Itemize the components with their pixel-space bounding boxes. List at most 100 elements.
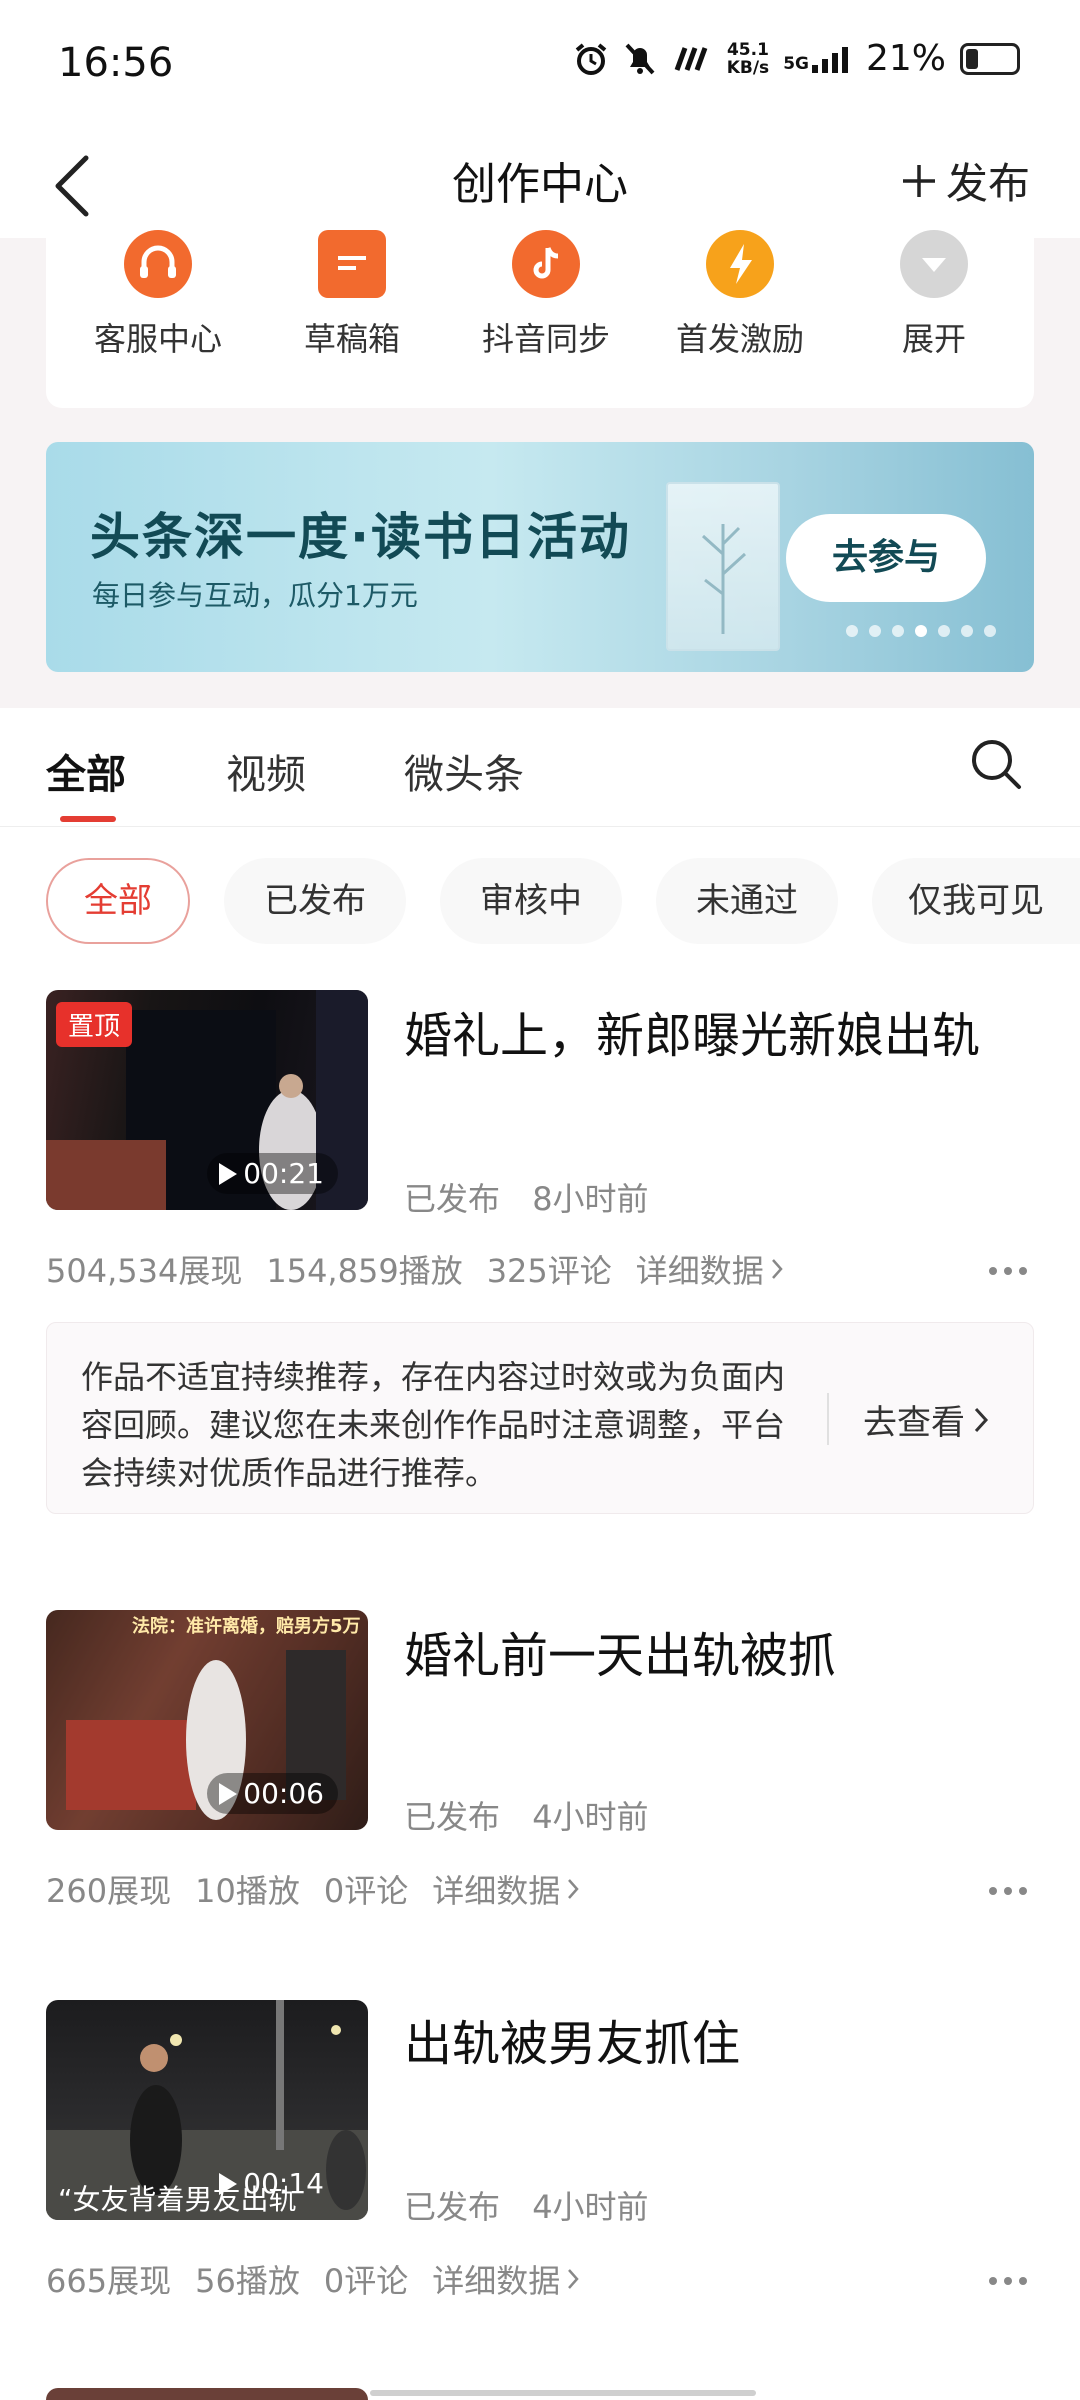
chevron-right-icon	[771, 1259, 783, 1279]
impressions: 665展现	[46, 2262, 172, 2300]
mute-bell-icon	[625, 43, 655, 74]
pagination-dot	[846, 625, 858, 637]
item-time: 4小时前	[532, 1798, 649, 1836]
net-speed-unit: KB/s	[726, 57, 770, 78]
search-icon	[972, 740, 1021, 789]
net-speed-value: 45.1	[726, 39, 769, 60]
detail-data-link[interactable]: 详细数据	[432, 1866, 580, 1912]
video-duration: 00:06	[207, 1773, 338, 1814]
chevron-right-icon	[568, 2269, 579, 2289]
item-status: 已发布	[404, 1180, 501, 1218]
video-thumbnail[interactable]: 法院：准许离婚，赔男方5万 00:06	[46, 1610, 368, 1830]
active-tab-indicator	[60, 816, 116, 822]
video-thumbnail[interactable]: “女友背着男友出轨 00:14	[46, 2000, 368, 2220]
play-icon	[219, 2172, 238, 2195]
video-duration: 00:21	[207, 1153, 338, 1194]
item-title[interactable]: 婚礼上，新郎曝光新娘出轨	[404, 996, 980, 1066]
banner-join-button[interactable]: 去参与	[786, 514, 986, 602]
quick-action-label: 首发激励	[675, 320, 804, 358]
duration-text: 00:21	[243, 1157, 324, 1190]
item-title[interactable]: 出轨被男友抓住	[404, 2004, 740, 2074]
filter-private[interactable]: 仅我可见	[872, 858, 1080, 944]
filter-published[interactable]: 已发布	[224, 858, 406, 944]
douyin-icon	[512, 230, 580, 298]
lightning-icon	[706, 230, 774, 298]
quick-action-douyin-sync[interactable]: 抖音同步	[466, 230, 626, 360]
more-icon	[989, 1887, 1027, 1895]
banner-title: 头条深一度·读书日活动	[90, 508, 631, 566]
item-title[interactable]: 婚礼前一天出轨被抓	[404, 1616, 836, 1686]
quick-action-label: 展开	[901, 320, 966, 358]
status-bar: 16:56 45.1 KB/s 5G 21%	[0, 0, 1080, 130]
battery-percent: 21%	[865, 38, 946, 79]
video-thumbnail[interactable]: 置顶 00:21	[46, 990, 368, 1210]
book-illustration	[666, 482, 780, 651]
detail-label: 详细数据	[635, 1252, 764, 1290]
quick-action-customer-service[interactable]: 客服中心	[78, 230, 238, 360]
tab-all[interactable]: 全部	[46, 742, 126, 800]
more-icon	[989, 2277, 1027, 2285]
pagination-dot-active	[915, 625, 927, 637]
play-icon	[219, 1782, 238, 1805]
headset-icon	[124, 230, 192, 298]
promo-banner[interactable]: 头条深一度·读书日活动 每日参与互动，瓜分1万元 去参与	[46, 442, 1034, 672]
quick-action-first-publish[interactable]: 首发激励	[660, 230, 820, 360]
pagination-dot	[984, 625, 996, 637]
item-stats: 504,534展现 154,859播放 325评论 详细数据	[46, 1246, 784, 1292]
thumbnail-caption: 法院：准许离婚，赔男方5万	[132, 1616, 361, 1637]
notice-divider	[827, 1393, 829, 1445]
impressions: 504,534展现	[46, 1252, 243, 1290]
comments: 325评论	[486, 1252, 612, 1290]
quick-action-expand[interactable]: 展开	[854, 230, 1014, 360]
duration-text: 00:14	[243, 2167, 324, 2200]
banner-pagination	[846, 625, 996, 637]
search-button[interactable]	[968, 736, 1024, 792]
content-tabs: 全部 视频 微头条	[0, 708, 1080, 827]
plus-icon	[902, 164, 935, 197]
quick-action-drafts[interactable]: 草稿箱	[272, 230, 432, 360]
detail-data-link[interactable]: 详细数据	[636, 1246, 784, 1292]
network-type: 5G	[783, 53, 809, 74]
pagination-dot	[892, 625, 904, 637]
chevron-right-icon	[568, 1879, 579, 1899]
signal-bars-icon	[811, 46, 848, 73]
item-time: 8小时前	[532, 1180, 649, 1218]
tab-micro-toutiao[interactable]: 微头条	[404, 742, 524, 800]
item-status: 已发布	[404, 1798, 501, 1836]
item-meta: 已发布 4小时前	[404, 2182, 649, 2228]
filter-all[interactable]: 全部	[46, 858, 190, 944]
notice-view-button[interactable]: 去查看	[863, 1395, 989, 1444]
quick-action-label: 草稿箱	[303, 320, 400, 358]
more-options-button[interactable]	[988, 1866, 1028, 1904]
chevron-down-icon	[900, 230, 968, 298]
notice-view-label: 去查看	[863, 1403, 965, 1443]
publish-button[interactable]: 发布	[900, 150, 1030, 211]
tab-video[interactable]: 视频	[226, 742, 306, 800]
signal-indicator: 5G	[783, 45, 852, 73]
item-meta: 已发布 4小时前	[404, 1792, 649, 1838]
plays: 10播放	[195, 1872, 300, 1910]
more-options-button[interactable]	[988, 1246, 1028, 1284]
filter-rejected[interactable]: 未通过	[656, 858, 838, 944]
app-header: 创作中心 发布	[0, 130, 1080, 239]
net-speed: 45.1 KB/s	[727, 41, 769, 77]
filter-reviewing[interactable]: 审核中	[440, 858, 622, 944]
item-meta: 已发布 8小时前	[404, 1174, 649, 1220]
video-duration: 00:14	[207, 2163, 338, 2204]
item-stats: 665展现 56播放 0评论 详细数据	[46, 2256, 580, 2302]
chevron-right-icon	[974, 1407, 989, 1432]
publish-label: 发布	[945, 159, 1030, 208]
item-time: 4小时前	[532, 2188, 649, 2226]
next-item-thumbnail-partial[interactable]	[46, 2388, 368, 2400]
play-icon	[219, 1162, 238, 1185]
detail-data-link[interactable]: 详细数据	[432, 2256, 580, 2302]
quick-action-label: 抖音同步	[481, 320, 610, 358]
more-options-button[interactable]	[988, 2256, 1028, 2294]
recommendation-notice: 作品不适宜持续推荐，存在内容过时效或为负面内容回顾。建议您在未来创作作品时注意调…	[46, 1322, 1034, 1514]
battery-icon	[960, 42, 1020, 75]
item-stats: 260展现 10播放 0评论 详细数据	[46, 1866, 580, 1912]
status-time: 16:56	[58, 40, 174, 86]
more-icon	[989, 1267, 1027, 1275]
banner-subtitle: 每日参与互动，瓜分1万元	[92, 579, 418, 612]
plays: 56播放	[195, 2262, 300, 2300]
